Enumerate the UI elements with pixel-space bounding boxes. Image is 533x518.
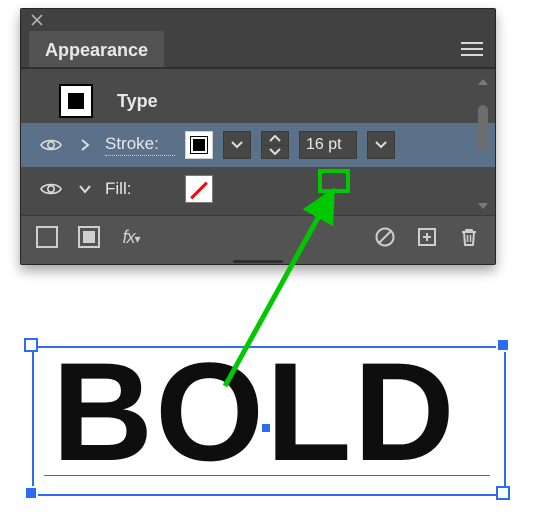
eye-icon [40,137,62,153]
row-fill-label: Fill: [105,179,175,199]
menu-icon [461,42,483,56]
trash-icon [458,226,480,248]
visibility-toggle[interactable] [37,181,65,197]
plus-square-icon [416,226,438,248]
scroll-thumb[interactable] [478,105,488,151]
handle-bottom-right[interactable] [496,486,510,500]
new-fill-button[interactable] [77,225,101,249]
add-effect-button[interactable]: fx▾ [119,225,143,249]
row-stroke[interactable]: Stroke: 16 pt [21,123,495,167]
chevron-right-icon [80,138,90,152]
new-stroke-button[interactable] [35,225,59,249]
appearance-list: Type Stroke: [21,69,495,215]
row-stroke-label: Stroke: [105,134,175,156]
appearance-panel: Appearance Type Stroke: [20,8,496,265]
swatch-registration-icon [193,139,205,151]
panel-footer: fx▾ [21,215,495,258]
stroke-weight-increase[interactable] [261,131,289,145]
panel-topbar [21,9,495,31]
anchor-point[interactable] [262,424,270,432]
canvas-text-object[interactable]: BOLD [32,332,502,506]
list-scrollbar[interactable] [477,79,489,219]
stroke-weight-decrease[interactable] [261,145,289,160]
canvas-text: BOLD [52,332,457,492]
handle-bottom-left[interactable] [24,486,38,500]
stroke-color-swatch[interactable] [185,131,213,159]
disclosure-fill[interactable] [75,184,95,194]
handle-top-left[interactable] [24,338,38,352]
scroll-up-icon [478,79,488,85]
grip-icon [233,260,283,263]
scroll-down-icon [478,203,488,209]
tab-appearance[interactable]: Appearance [29,31,164,67]
close-icon[interactable] [31,14,43,26]
square-filled-icon [78,226,100,248]
stroke-weight-stepper [261,131,289,159]
disclosure-stroke[interactable] [75,138,95,152]
chevron-down-icon [269,148,281,155]
row-type-label: Type [117,91,158,112]
clear-appearance-button[interactable] [373,225,397,249]
type-swatch-icon [59,84,93,118]
delete-item-button[interactable] [457,225,481,249]
eye-icon [40,181,62,197]
no-sign-icon [374,226,396,248]
tab-label: Appearance [45,40,148,61]
row-type[interactable]: Type [21,79,495,123]
chevron-up-icon [269,135,281,142]
chevron-down-icon [375,141,387,149]
stroke-weight-value: 16 pt [306,136,342,154]
stroke-color-dropdown[interactable] [223,131,251,159]
panel-tab-row: Appearance [21,31,495,69]
chevron-down-icon [231,141,243,149]
fill-color-swatch-none[interactable] [185,175,213,203]
handle-top-right[interactable] [496,338,510,352]
panel-resize-grip[interactable] [21,258,495,264]
fx-icon: fx▾ [122,227,139,248]
stroke-weight-dropdown[interactable] [367,131,395,159]
square-outline-icon [36,226,58,248]
row-fill[interactable]: Fill: [21,167,495,211]
panel-menu-button[interactable] [449,31,495,67]
visibility-toggle[interactable] [37,137,65,153]
stroke-weight-input[interactable]: 16 pt [299,131,357,159]
duplicate-item-button[interactable] [415,225,439,249]
chevron-down-icon [79,184,91,194]
